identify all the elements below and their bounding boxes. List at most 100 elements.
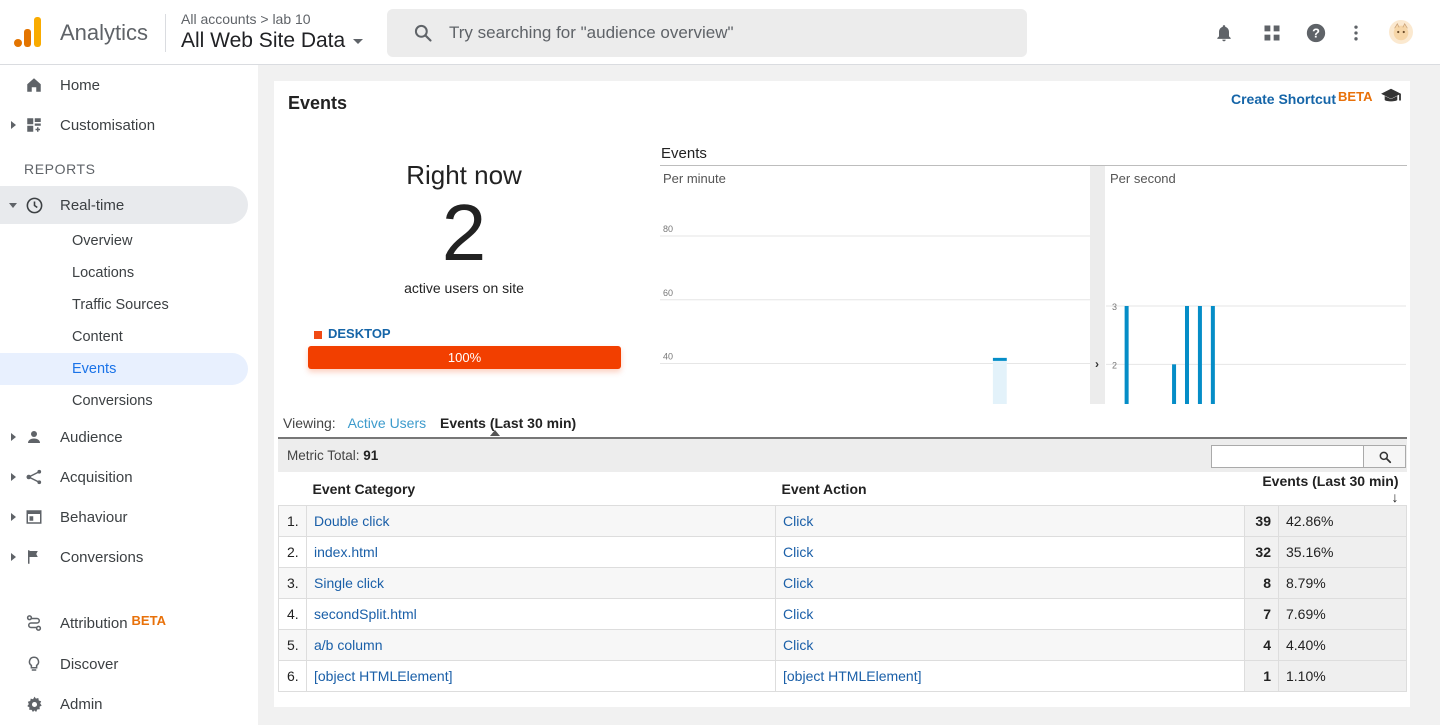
sidebar-item-admin[interactable]: Admin	[0, 685, 248, 723]
sidebar-subitem-events[interactable]: Events	[0, 353, 248, 385]
event-count: 32	[1244, 536, 1279, 568]
table-search-input[interactable]	[1214, 448, 1362, 465]
sidebar-subitem-content[interactable]: Content	[0, 321, 248, 353]
per-minute-label: Per minute	[663, 171, 726, 186]
app-name: Analytics	[60, 20, 149, 45]
y-tick-label: 40	[663, 352, 673, 362]
chevron-right-icon	[11, 513, 16, 521]
breadcrumb[interactable]: All accounts > lab 10	[181, 11, 311, 27]
table-row: 5. a/b column Click 4 4.40%	[278, 629, 1407, 661]
sidebar-item-realtime[interactable]: Real-time	[0, 186, 248, 224]
table-row: 4. secondSplit.html Click 7 7.69%	[278, 598, 1407, 630]
search-input[interactable]	[449, 21, 1009, 45]
viewing-tabs: Viewing: Active Users Events (Last 30 mi…	[283, 415, 576, 431]
event-count: 4	[1244, 629, 1279, 661]
event-percentage: 7.69%	[1278, 598, 1407, 630]
bar-fill	[992, 359, 1007, 404]
top-bar: Analytics All accounts > lab 10 All Web …	[0, 0, 1440, 65]
device-label: DESKTOP	[328, 326, 391, 341]
property-name: All Web Site Data	[181, 29, 346, 52]
bar	[1172, 364, 1177, 404]
create-shortcut-link[interactable]: Create Shortcut BETA	[1231, 89, 1372, 107]
sidebar-item-audience[interactable]: Audience	[0, 418, 248, 456]
tab-active-users[interactable]: Active Users	[348, 415, 427, 431]
chevron-right-icon	[11, 433, 16, 441]
bar-top	[992, 357, 1007, 361]
sidebar-item-home[interactable]: Home	[0, 66, 248, 104]
sidebar-item-attribution[interactable]: Attribution BETA	[0, 604, 248, 642]
column-header-event-action[interactable]: Event Action	[775, 473, 1245, 506]
sidebar-item-discover[interactable]: Discover	[0, 645, 248, 683]
sidebar-subitem-overview[interactable]: Overview	[0, 225, 248, 257]
tab-events[interactable]: Events (Last 30 min)	[440, 415, 576, 431]
event-action-link[interactable]: Click	[775, 505, 1245, 537]
events-table: Event Category Event Action Events (Last…	[278, 473, 1407, 692]
person-icon	[24, 427, 44, 447]
event-percentage: 8.79%	[1278, 567, 1407, 599]
table-row: 2. index.html Click 32 35.16%	[278, 536, 1407, 568]
sidebar-subitem-locations[interactable]: Locations	[0, 257, 248, 289]
event-action-link[interactable]: Click	[775, 598, 1245, 630]
caret-down-icon	[353, 38, 364, 44]
table-body: 1. Double click Click 39 42.86% 2. index.html C…	[278, 505, 1407, 692]
svg-text:?: ?	[1312, 26, 1320, 41]
page-title: Events	[288, 93, 348, 113]
table-header-row: Event Category Event Action Events (Last…	[278, 473, 1407, 506]
notifications-bell-icon[interactable]	[1213, 22, 1235, 44]
main-content: Events Create Shortcut BETA Right now 2 a…	[258, 65, 1440, 725]
more-vert-icon[interactable]	[1345, 22, 1367, 44]
sidebar-item-acquisition[interactable]: Acquisition	[0, 458, 248, 496]
column-header-event-category[interactable]: Event Category	[306, 473, 776, 506]
column-header-events[interactable]: Events (Last 30 min)↓	[1244, 473, 1407, 506]
event-action-link[interactable]: Click	[775, 629, 1245, 661]
y-tick-label: 80	[663, 224, 673, 234]
sidebar-item-label: Real-time	[60, 197, 125, 214]
chevron-right-icon	[11, 121, 16, 129]
sidebar-item-label: Behaviour	[60, 509, 128, 526]
event-percentage: 4.40%	[1278, 629, 1407, 661]
table-search-button[interactable]	[1363, 446, 1405, 467]
row-index: 5.	[278, 629, 307, 661]
event-action-link[interactable]: Click	[775, 567, 1245, 599]
viewing-label: Viewing:	[283, 415, 336, 431]
sidebar-subitem-label: Content	[72, 329, 123, 345]
expand-chevron-icon: ›	[1095, 357, 1099, 371]
event-action-link[interactable]: [object HTMLElement]	[775, 660, 1245, 692]
event-category-link[interactable]: secondSplit.html	[306, 598, 776, 630]
apps-grid-icon[interactable]	[1261, 22, 1283, 44]
search-box[interactable]	[387, 9, 1027, 57]
event-category-link[interactable]: [object HTMLElement]	[306, 660, 776, 692]
event-category-link[interactable]: Double click	[306, 505, 776, 537]
graduation-cap-icon[interactable]	[1380, 87, 1402, 105]
index-header	[278, 473, 307, 506]
sidebar-subitem-traffic-sources[interactable]: Traffic Sources	[0, 289, 248, 321]
sort-descending-icon: ↓	[1391, 489, 1399, 505]
table-row: 1. Double click Click 39 42.86%	[278, 505, 1407, 537]
event-category-link[interactable]: Single click	[306, 567, 776, 599]
event-action-link[interactable]: Click	[775, 536, 1245, 568]
sidebar-item-conversions[interactable]: Conversions	[0, 538, 248, 576]
attribution-icon	[24, 613, 44, 633]
row-index: 6.	[278, 660, 307, 692]
event-category-link[interactable]: index.html	[306, 536, 776, 568]
sidebar-item-label: Conversions	[60, 549, 144, 566]
property-selector[interactable]: All Web Site Data	[181, 29, 364, 53]
event-count: 7	[1244, 598, 1279, 630]
events-header-label: Events (Last 30 min)	[1262, 473, 1399, 489]
sidebar-item-behaviour[interactable]: Behaviour	[0, 498, 248, 536]
legend-swatch	[314, 330, 322, 339]
event-count: 39	[1244, 505, 1279, 537]
analytics-logo-icon[interactable]	[14, 17, 42, 47]
help-icon[interactable]: ?	[1305, 22, 1327, 44]
sidebar-item-customisation[interactable]: Customisation	[0, 106, 248, 144]
row-index: 2.	[278, 536, 307, 568]
event-category-link[interactable]: a/b column	[306, 629, 776, 661]
clock-icon	[24, 195, 44, 215]
table-search[interactable]	[1211, 445, 1406, 468]
search-icon	[414, 24, 432, 42]
active-tab-indicator	[490, 430, 500, 436]
sidebar-subitem-conversions[interactable]: Conversions	[0, 385, 248, 417]
gear-icon	[24, 694, 44, 714]
account-avatar[interactable]	[1389, 20, 1413, 44]
sidebar: Home Customisation REPORTS Real-time Ove…	[0, 65, 258, 725]
